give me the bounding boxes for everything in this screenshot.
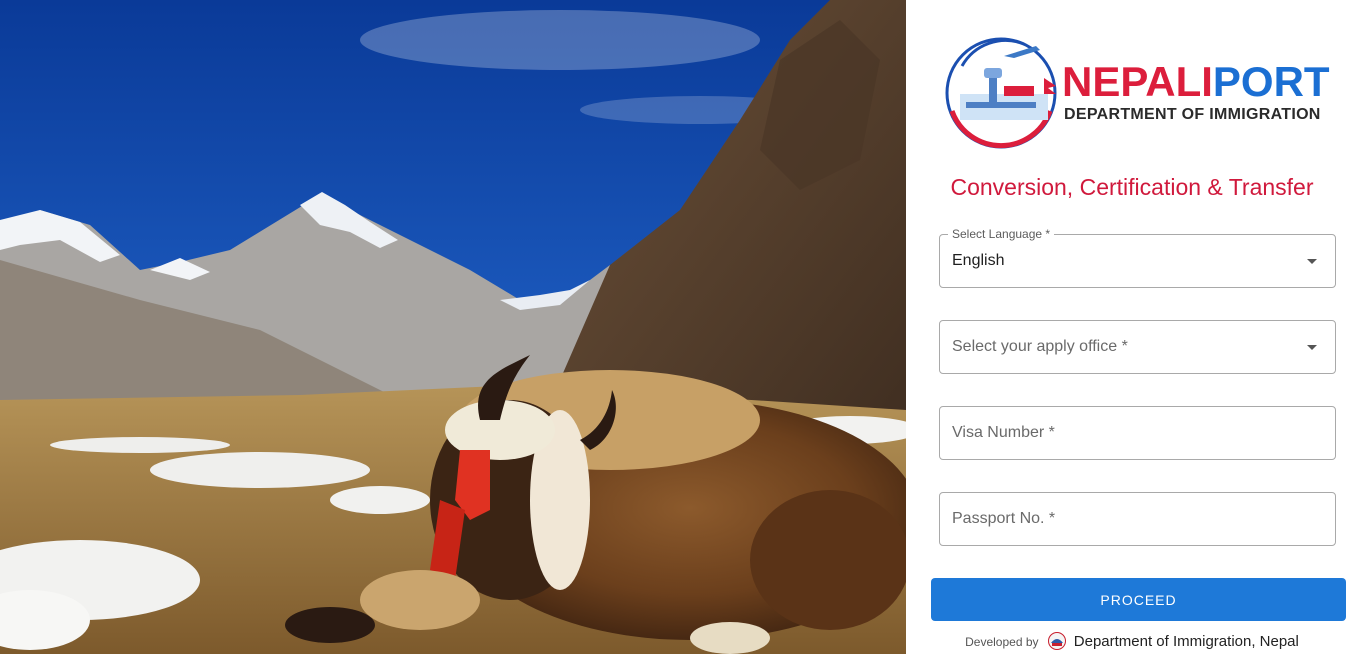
passport-number-field[interactable]: Passport No. * — [939, 492, 1336, 546]
visa-number-placeholder: Visa Number * — [952, 424, 1055, 441]
language-select-label: Select Language * — [948, 227, 1055, 241]
passport-number-placeholder: Passport No. * — [952, 510, 1056, 527]
hero-image — [0, 0, 906, 654]
organization-name: Department of Immigration, Nepal — [1073, 633, 1299, 650]
language-select[interactable]: Select Language * English — [939, 227, 1336, 288]
chevron-down-icon — [1307, 345, 1317, 350]
nepal-emblem-icon — [1048, 632, 1067, 650]
brand-logo: NEPALIPORT DEPARTMENT OF IMMIGRATION — [944, 36, 1344, 152]
brand-name-part1: NEPALI — [1062, 58, 1213, 105]
visa-number-field[interactable]: Visa Number * — [939, 406, 1336, 460]
login-panel: NEPALIPORT DEPARTMENT OF IMMIGRATION Con… — [906, 0, 1358, 654]
apply-office-placeholder: Select your apply office * — [952, 338, 1128, 355]
nepaliport-logo — [945, 37, 1057, 149]
brand-name: NEPALIPORT — [1062, 60, 1330, 104]
page-title: Conversion, Certification & Transfer — [950, 174, 1314, 200]
mountain-yak-scene — [0, 0, 906, 654]
footer-credit: Developed by Department of Immigration, … — [906, 632, 1358, 650]
proceed-button[interactable]: PROCEED — [931, 578, 1346, 621]
department-name: DEPARTMENT OF IMMIGRATION — [1064, 106, 1321, 123]
apply-office-select[interactable]: Select your apply office * — [939, 320, 1336, 374]
language-select-value: English — [952, 252, 1005, 269]
developed-by-text: Developed by — [965, 635, 1039, 649]
chevron-down-icon — [1307, 259, 1317, 264]
brand-name-part2: PORT — [1212, 58, 1330, 105]
